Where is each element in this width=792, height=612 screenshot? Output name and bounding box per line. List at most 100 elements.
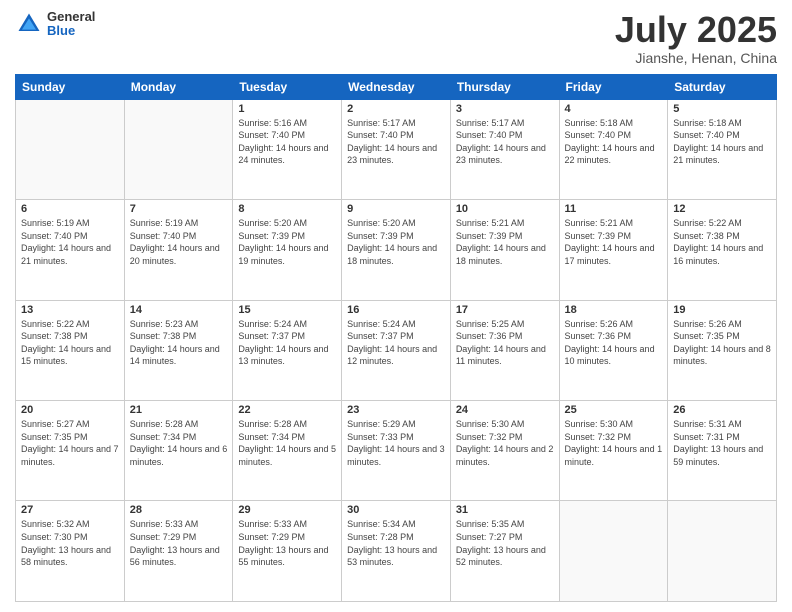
calendar-cell: 2 Sunrise: 5:17 AMSunset: 7:40 PMDaylight… (342, 99, 451, 199)
day-number: 28 (130, 504, 228, 516)
page: General Blue July 2025 Jianshe, Henan, C… (0, 0, 792, 612)
calendar-cell: 24 Sunrise: 5:30 AMSunset: 7:32 PMDayligh… (450, 401, 559, 501)
day-number: 15 (238, 304, 336, 316)
calendar-week-row: 27 Sunrise: 5:32 AMSunset: 7:30 PMDayligh… (16, 501, 777, 602)
day-number: 30 (347, 504, 445, 516)
day-info: Sunrise: 5:34 AMSunset: 7:28 PMDaylight:… (347, 518, 445, 568)
logo-general: General (47, 10, 95, 24)
day-number: 3 (456, 103, 554, 115)
calendar-cell: 8 Sunrise: 5:20 AMSunset: 7:39 PMDaylight… (233, 200, 342, 300)
calendar-cell: 9 Sunrise: 5:20 AMSunset: 7:39 PMDaylight… (342, 200, 451, 300)
calendar-cell: 21 Sunrise: 5:28 AMSunset: 7:34 PMDayligh… (124, 401, 233, 501)
calendar-cell (124, 99, 233, 199)
day-number: 6 (21, 203, 119, 215)
calendar-cell: 15 Sunrise: 5:24 AMSunset: 7:37 PMDayligh… (233, 300, 342, 400)
weekday-header: Monday (124, 74, 233, 99)
calendar-cell: 30 Sunrise: 5:34 AMSunset: 7:28 PMDayligh… (342, 501, 451, 602)
weekday-header: Wednesday (342, 74, 451, 99)
calendar-cell (16, 99, 125, 199)
month-title: July 2025 (615, 10, 777, 50)
calendar-cell: 26Sunrise: 5:31 AMSunset: 7:31 PMDayligh… (668, 401, 777, 501)
day-number: 10 (456, 203, 554, 215)
day-number: 13 (21, 304, 119, 316)
day-info: Sunrise: 5:28 AMSunset: 7:34 PMDaylight:… (238, 418, 336, 468)
day-info: Sunrise: 5:19 AMSunset: 7:40 PMDaylight:… (130, 217, 228, 267)
day-number: 14 (130, 304, 228, 316)
calendar-cell: 22Sunrise: 5:28 AMSunset: 7:34 PMDayligh… (233, 401, 342, 501)
day-number: 31 (456, 504, 554, 516)
weekday-header: Sunday (16, 74, 125, 99)
calendar-cell: 7 Sunrise: 5:19 AMSunset: 7:40 PMDaylight… (124, 200, 233, 300)
day-number: 8 (238, 203, 336, 215)
day-info: Sunrise: 5:18 AMSunset: 7:40 PMDaylight:… (673, 117, 771, 167)
day-number: 9 (347, 203, 445, 215)
day-number: 29 (238, 504, 336, 516)
header: General Blue July 2025 Jianshe, Henan, C… (15, 10, 777, 66)
day-info: Sunrise: 5:17 AMSunset: 7:40 PMDaylight:… (347, 117, 445, 167)
calendar-cell: 14Sunrise: 5:23 AMSunset: 7:38 PMDayligh… (124, 300, 233, 400)
day-info: Sunrise: 5:24 AMSunset: 7:37 PMDaylight:… (238, 318, 336, 368)
day-info: Sunrise: 5:35 AMSunset: 7:27 PMDaylight:… (456, 518, 554, 568)
logo-text: General Blue (47, 10, 95, 39)
day-number: 21 (130, 404, 228, 416)
header-row: SundayMondayTuesdayWednesdayThursdayFrid… (16, 74, 777, 99)
day-number: 24 (456, 404, 554, 416)
day-number: 17 (456, 304, 554, 316)
day-info: Sunrise: 5:21 AMSunset: 7:39 PMDaylight:… (565, 217, 663, 267)
calendar-cell (559, 501, 668, 602)
day-number: 23 (347, 404, 445, 416)
day-number: 16 (347, 304, 445, 316)
calendar-cell: 12Sunrise: 5:22 AMSunset: 7:38 PMDayligh… (668, 200, 777, 300)
calendar-cell: 1 Sunrise: 5:16 AMSunset: 7:40 PMDaylight… (233, 99, 342, 199)
day-info: Sunrise: 5:33 AMSunset: 7:29 PMDaylight:… (130, 518, 228, 568)
title-block: July 2025 Jianshe, Henan, China (615, 10, 777, 66)
calendar-cell: 4Sunrise: 5:18 AMSunset: 7:40 PMDaylight… (559, 99, 668, 199)
day-info: Sunrise: 5:25 AMSunset: 7:36 PMDaylight:… (456, 318, 554, 368)
weekday-header: Saturday (668, 74, 777, 99)
day-number: 18 (565, 304, 663, 316)
calendar-cell: 31 Sunrise: 5:35 AMSunset: 7:27 PMDayligh… (450, 501, 559, 602)
day-number: 26 (673, 404, 771, 416)
day-info: Sunrise: 5:19 AMSunset: 7:40 PMDaylight:… (21, 217, 119, 267)
day-info: Sunrise: 5:26 AMSunset: 7:36 PMDaylight:… (565, 318, 663, 368)
day-info: Sunrise: 5:26 AMSunset: 7:35 PMDaylight:… (673, 318, 771, 368)
calendar-cell: 17 Sunrise: 5:25 AMSunset: 7:36 PMDayligh… (450, 300, 559, 400)
day-info: Sunrise: 5:22 AMSunset: 7:38 PMDaylight:… (673, 217, 771, 267)
day-number: 11 (565, 203, 663, 215)
day-info: Sunrise: 5:20 AMSunset: 7:39 PMDaylight:… (238, 217, 336, 267)
day-info: Sunrise: 5:20 AMSunset: 7:39 PMDaylight:… (347, 217, 445, 267)
day-info: Sunrise: 5:17 AMSunset: 7:40 PMDaylight:… (456, 117, 554, 167)
day-number: 4 (565, 103, 663, 115)
day-info: Sunrise: 5:33 AMSunset: 7:29 PMDaylight:… (238, 518, 336, 568)
day-number: 7 (130, 203, 228, 215)
calendar-cell: 23Sunrise: 5:29 AMSunset: 7:33 PMDayligh… (342, 401, 451, 501)
logo: General Blue (15, 10, 95, 39)
calendar-week-row: 20Sunrise: 5:27 AMSunset: 7:35 PMDayligh… (16, 401, 777, 501)
calendar-cell: 16 Sunrise: 5:24 AMSunset: 7:37 PMDayligh… (342, 300, 451, 400)
day-number: 25 (565, 404, 663, 416)
day-info: Sunrise: 5:21 AMSunset: 7:39 PMDaylight:… (456, 217, 554, 267)
day-info: Sunrise: 5:22 AMSunset: 7:38 PMDaylight:… (21, 318, 119, 368)
day-info: Sunrise: 5:16 AMSunset: 7:40 PMDaylight:… (238, 117, 336, 167)
logo-icon (15, 10, 43, 38)
day-info: Sunrise: 5:32 AMSunset: 7:30 PMDaylight:… (21, 518, 119, 568)
calendar-cell: 19 Sunrise: 5:26 AMSunset: 7:35 PMDayligh… (668, 300, 777, 400)
day-number: 1 (238, 103, 336, 115)
logo-blue: Blue (47, 24, 95, 38)
day-info: Sunrise: 5:28 AMSunset: 7:34 PMDaylight:… (130, 418, 228, 468)
calendar-cell: 5Sunrise: 5:18 AMSunset: 7:40 PMDaylight… (668, 99, 777, 199)
calendar-cell: 20Sunrise: 5:27 AMSunset: 7:35 PMDayligh… (16, 401, 125, 501)
calendar-week-row: 6 Sunrise: 5:19 AMSunset: 7:40 PMDaylight… (16, 200, 777, 300)
day-number: 2 (347, 103, 445, 115)
weekday-header: Tuesday (233, 74, 342, 99)
calendar-week-row: 13 Sunrise: 5:22 AMSunset: 7:38 PMDayligh… (16, 300, 777, 400)
day-number: 19 (673, 304, 771, 316)
calendar-cell: 3 Sunrise: 5:17 AMSunset: 7:40 PMDaylight… (450, 99, 559, 199)
calendar-cell: 25 Sunrise: 5:30 AMSunset: 7:32 PMDayligh… (559, 401, 668, 501)
weekday-header: Thursday (450, 74, 559, 99)
day-info: Sunrise: 5:30 AMSunset: 7:32 PMDaylight:… (565, 418, 663, 468)
day-info: Sunrise: 5:30 AMSunset: 7:32 PMDaylight:… (456, 418, 554, 468)
day-number: 27 (21, 504, 119, 516)
day-info: Sunrise: 5:24 AMSunset: 7:37 PMDaylight:… (347, 318, 445, 368)
calendar-cell: 28 Sunrise: 5:33 AMSunset: 7:29 PMDayligh… (124, 501, 233, 602)
